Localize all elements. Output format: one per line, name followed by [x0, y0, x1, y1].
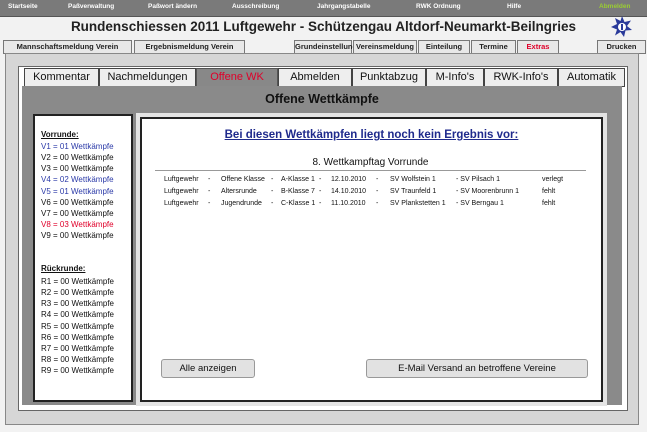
open-competitions-heading: Bei diesen Wettkämpfen liegt noch kein E… — [224, 129, 519, 141]
rueckrunde-list: R1 = 00 Wettkämpfe R2 = 00 Wettkämpfe R3 =… — [41, 276, 114, 376]
rueckrunde-item[interactable]: R4 = 00 Wettkämpfe — [41, 309, 114, 320]
vorrunde-item[interactable]: V3 = 00 Wettkämpfe — [41, 163, 114, 174]
tab-termine[interactable]: Termine — [471, 40, 516, 54]
competition-cell: fehlt — [542, 188, 556, 195]
page-title: Rundenschiessen 2011 Luftgewehr - Schütz… — [70, 19, 577, 34]
subtab-m-infos[interactable]: M-Info's — [426, 68, 484, 87]
competition-cell: A-Klasse 1 — [281, 176, 315, 183]
open-competitions-box: Bei diesen Wettkämpfen liegt noch kein E… — [140, 117, 603, 402]
competition-cell: Luftgewehr — [164, 188, 199, 195]
competition-cell: SV Plankstetten 1 — [390, 200, 446, 207]
subtab-kommentar[interactable]: Kommentar — [24, 68, 99, 87]
competition-cell: Altersrunde — [221, 188, 257, 195]
subtab-offene-wk[interactable]: Offene WK — [196, 68, 278, 87]
club-logo-icon — [611, 16, 632, 37]
competition-row[interactable]: Luftgewehr - Altersrunde - B-Klasse 7-14.10.… — [164, 188, 584, 198]
competition-cell: - — [376, 200, 379, 207]
rueckrunde-item[interactable]: R9 = 00 Wettkämpfe — [41, 365, 114, 376]
vorrunde-item[interactable]: V4 = 02 Wettkämpfe — [41, 174, 114, 185]
competition-cell: verlegt — [542, 176, 564, 183]
vorrunde-item[interactable]: V7 = 00 Wettkämpfe — [41, 208, 114, 219]
competition-row[interactable]: Luftgewehr - Offene Klasse - A-Klasse 1-12.1… — [164, 176, 584, 186]
vorrunde-item[interactable]: V6 = 00 Wettkämpfe — [41, 197, 114, 208]
rueckrunde-label: Rückrunde: — [41, 264, 86, 273]
rueckrunde-item[interactable]: R1 = 00 Wettkämpfe — [41, 276, 114, 287]
competition-cell: - — [271, 188, 274, 195]
email-clubs-button[interactable]: E-Mail Versand an betroffene Vereine — [366, 359, 588, 378]
competition-cell: - — [208, 176, 211, 183]
competition-cell: - — [208, 188, 211, 195]
section-title: Offene Wettkämpfe — [265, 92, 379, 106]
rueckrunde-item[interactable]: R5 = 00 Wettkämpfe — [41, 321, 114, 332]
subtab-abmelden[interactable]: Abmelden — [278, 68, 352, 87]
competition-cell: C-Klasse 1 — [281, 200, 316, 207]
competition-row[interactable]: Luftgewehr - Jugendrunde - C-Klasse 1-11.10.… — [164, 200, 584, 210]
competition-cell: fehlt — [542, 200, 556, 207]
competition-cell: Jugendrunde — [221, 200, 262, 207]
rueckrunde-item[interactable]: R2 = 00 Wettkämpfe — [41, 287, 114, 298]
vorrunde-label: Vorrunde: — [41, 130, 79, 139]
competition-cell: - SV Pilsach 1 — [456, 176, 500, 183]
nav-passwort-aendern[interactable]: Paßwort ändern — [148, 3, 197, 10]
vorrunde-item[interactable]: V9 = 00 Wettkämpfe — [41, 230, 114, 241]
tab-drucken[interactable]: Drucken — [597, 40, 646, 54]
competition-cell: - — [376, 176, 379, 183]
competition-cell: - — [271, 176, 274, 183]
vorrunde-item[interactable]: V2 = 00 Wettkämpfe — [41, 152, 114, 163]
competition-cell: 11.10.2010 — [331, 200, 366, 207]
subtab-automatik[interactable]: Automatik — [558, 68, 625, 87]
show-all-button[interactable]: Alle anzeigen — [161, 359, 255, 378]
tab-mannschaftsmeldung-verein[interactable]: Mannschaftsmeldung Verein — [3, 40, 132, 54]
vorrunde-item[interactable]: V5 = 01 Wettkämpfe — [41, 186, 114, 197]
nav-abmelden[interactable]: Abmelden — [599, 3, 630, 10]
competition-cell: - — [319, 188, 322, 195]
vorrunde-list: V1 = 01 Wettkämpfe V2 = 00 Wettkämpfe V3 =… — [41, 141, 114, 241]
competition-cell: SV Traunfeld 1 — [390, 188, 437, 195]
competition-cell: - SV Berngau 1 — [456, 200, 504, 207]
nav-hilfe[interactable]: Hilfe — [507, 3, 521, 10]
vorrunde-item[interactable]: V8 = 03 Wettkämpfe — [41, 219, 114, 230]
vorrunde-item[interactable]: V1 = 01 Wettkämpfe — [41, 141, 114, 152]
top-nav-bar: Startseite Paßverwaltung Paßwort ändern … — [0, 0, 647, 17]
tab-grundeinstellung[interactable]: Grundeinstellung — [294, 40, 357, 54]
tab-extras[interactable]: Extras — [517, 40, 559, 54]
competition-cell: - — [319, 176, 322, 183]
competition-cell: - — [376, 188, 379, 195]
subtab-rwk-infos[interactable]: RWK-Info's — [484, 68, 558, 87]
rueckrunde-item[interactable]: R6 = 00 Wettkämpfe — [41, 332, 114, 343]
competition-cell: SV Wolfstein 1 — [390, 176, 436, 183]
competition-cell: B-Klasse 7 — [281, 188, 315, 195]
competition-cell: - — [319, 200, 322, 207]
tab-einteilung[interactable]: Einteilung — [418, 40, 470, 54]
nav-rwk-ordnung[interactable]: RWK Ordnung — [416, 3, 461, 10]
round-overview-box: Vorrunde: V1 = 01 Wettkämpfe V2 = 00 Wett… — [33, 114, 133, 402]
subtab-punktabzug[interactable]: Punktabzug — [352, 68, 426, 87]
competition-cell: 12.10.2010 — [331, 176, 367, 183]
competition-cell: 14.10.2010 — [331, 188, 367, 195]
subtab-nachmeldungen[interactable]: Nachmeldungen — [99, 68, 196, 87]
tab-vereinsmeldung[interactable]: Vereinsmeldung — [353, 40, 417, 54]
rueckrunde-item[interactable]: R3 = 00 Wettkämpfe — [41, 298, 114, 309]
rueckrunde-item[interactable]: R8 = 00 Wettkämpfe — [41, 354, 114, 365]
tab-ergebnismeldung-verein[interactable]: Ergebnismeldung Verein — [134, 40, 245, 54]
nav-passverwaltung[interactable]: Paßverwaltung — [68, 3, 114, 10]
nav-ausschreibung[interactable]: Ausschreibung — [232, 3, 279, 10]
nav-startseite[interactable]: Startseite — [8, 3, 38, 10]
competition-cell: - SV Moorenbrunn 1 — [456, 188, 520, 195]
competition-cell: - — [271, 200, 274, 207]
competition-cell: Luftgewehr — [164, 176, 199, 183]
competition-cell: Luftgewehr — [164, 200, 199, 207]
competition-cell: - — [208, 200, 211, 207]
rueckrunde-item[interactable]: R7 = 00 Wettkämpfe — [41, 343, 114, 354]
nav-jahrgangstabelle[interactable]: Jahrgangstabelle — [317, 3, 370, 10]
competition-cell: Offene Klasse — [221, 176, 265, 183]
competition-day-heading: 8. Wettkampftag Vorrunde — [155, 157, 586, 171]
